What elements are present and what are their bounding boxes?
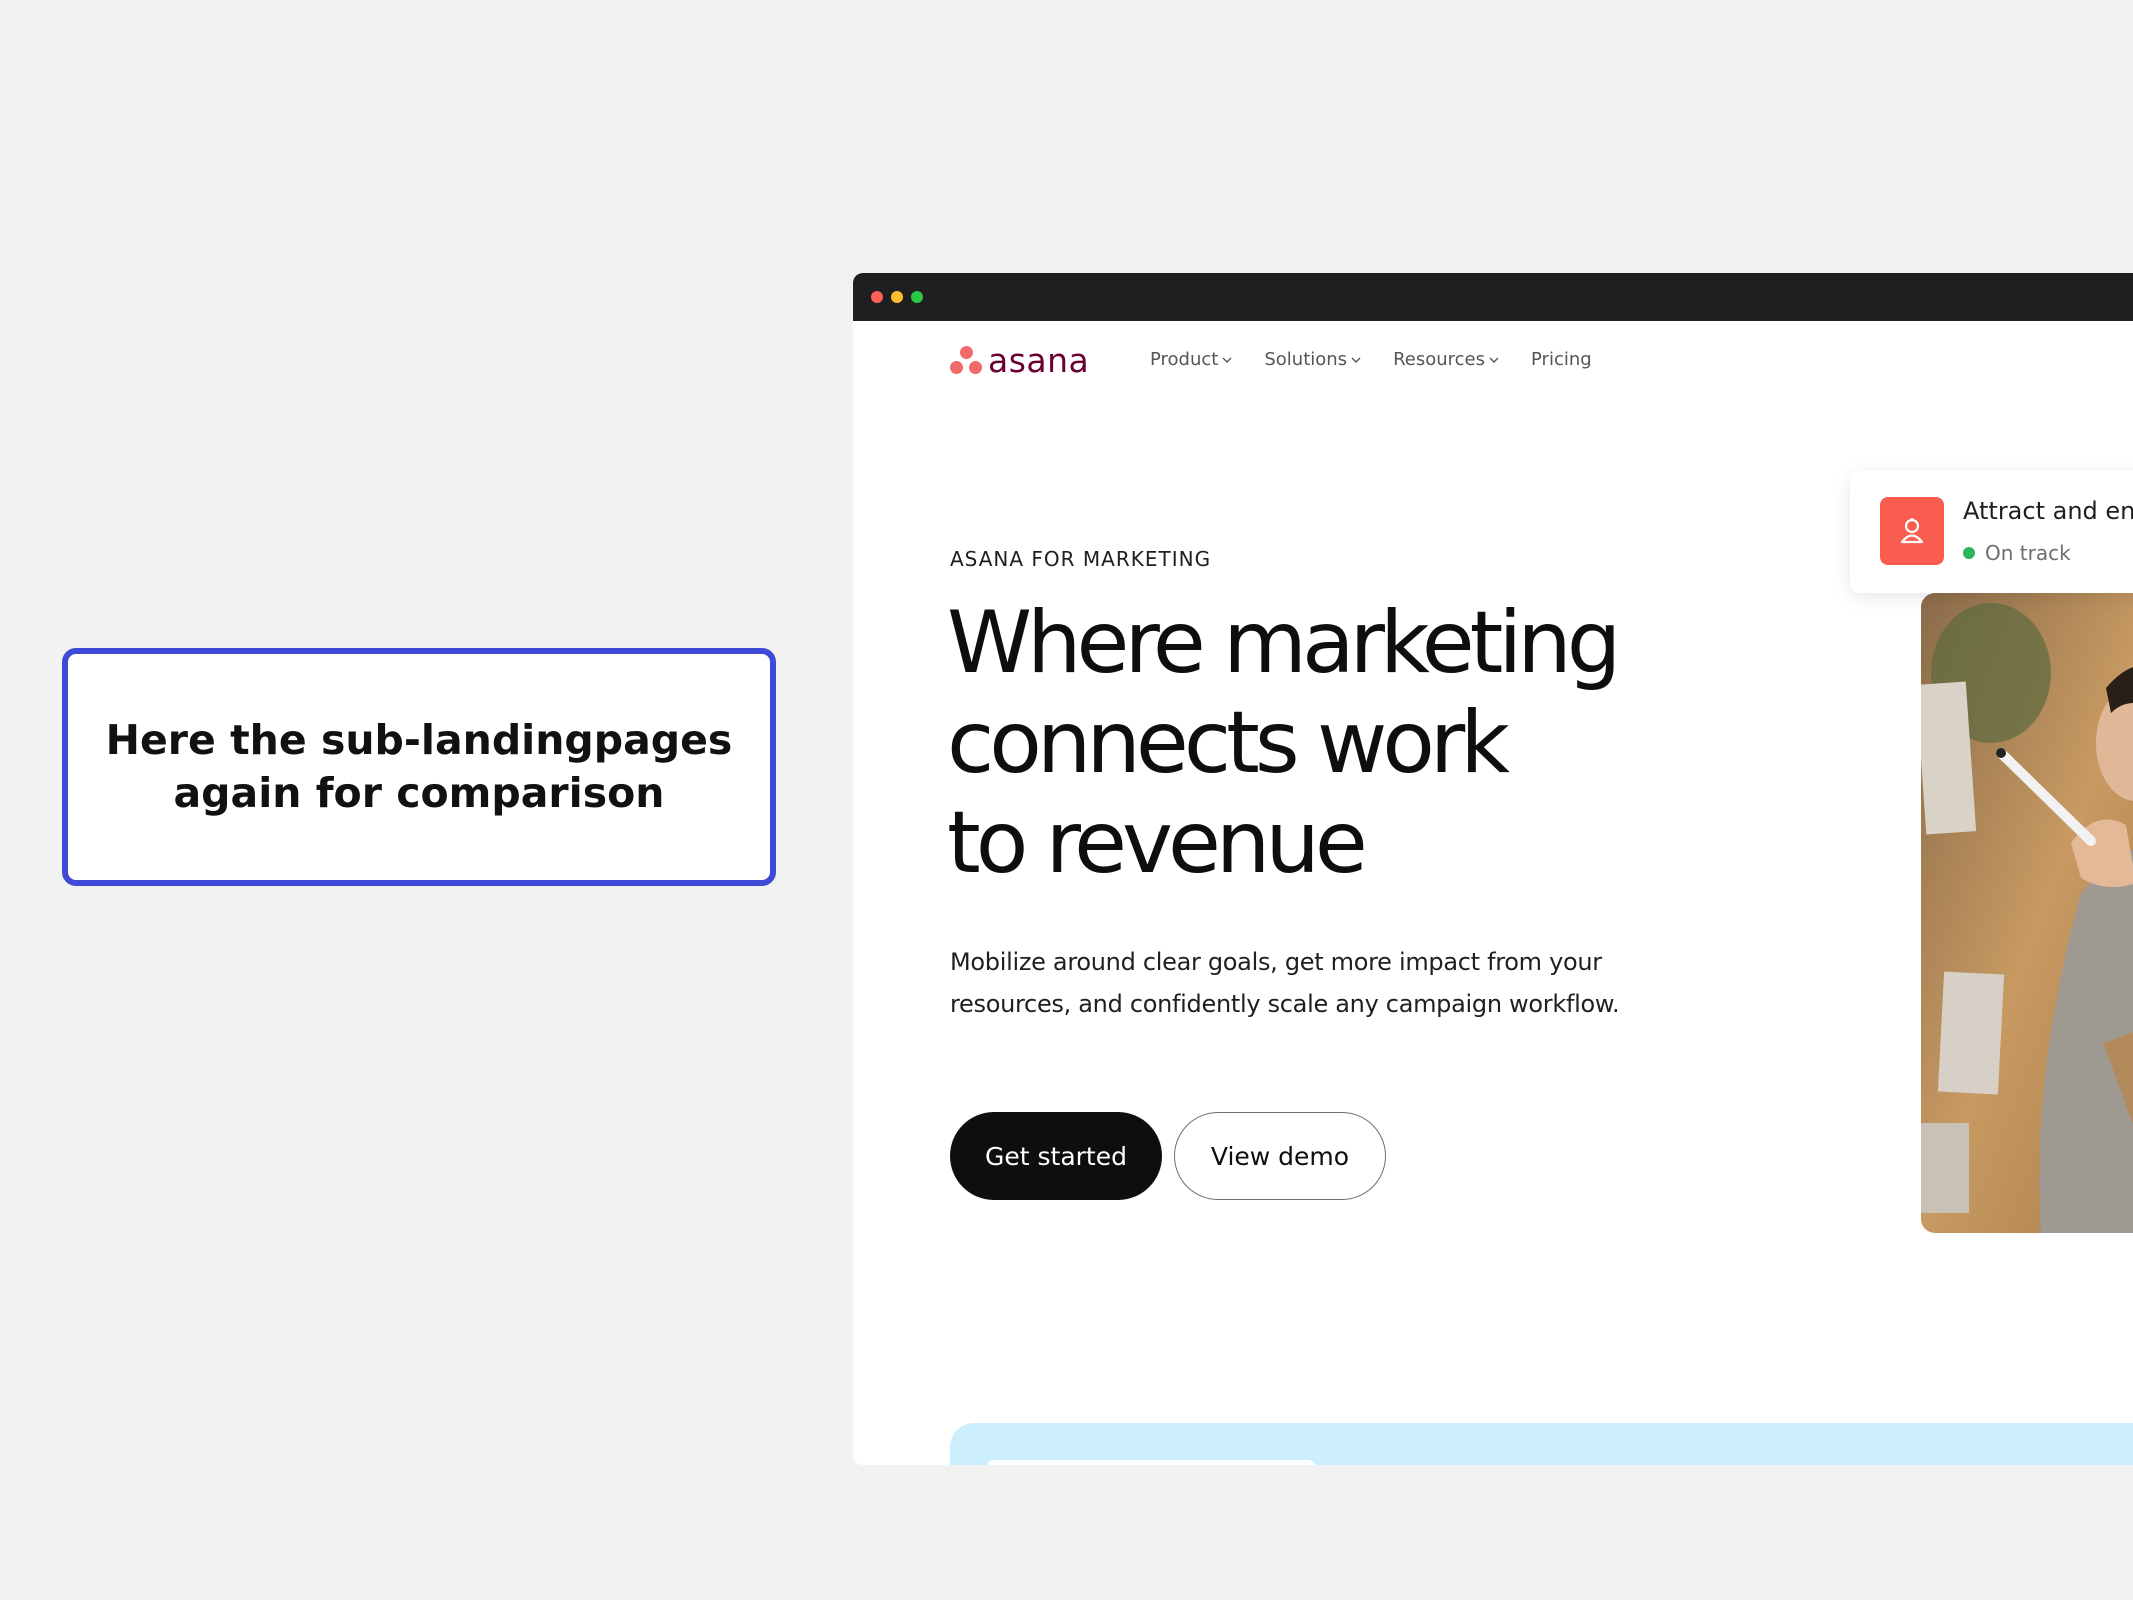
headline-line: connects work <box>947 693 1510 793</box>
browser-titlebar <box>853 273 2133 321</box>
goal-status: On track <box>1963 541 2071 565</box>
chevron-down-icon <box>1489 357 1499 363</box>
view-demo-button[interactable]: View demo <box>1174 1112 1386 1200</box>
close-window-dot[interactable] <box>871 291 883 303</box>
callout-text: Here the sub-landingpages again for comp… <box>105 716 733 817</box>
annotation-callout: Here the sub-landingpages again for comp… <box>62 648 776 886</box>
browser-window: asana Product Solutions Resources Pricin… <box>853 273 2133 1465</box>
asana-logo[interactable]: asana <box>950 343 1089 379</box>
next-section-card <box>986 1460 1316 1465</box>
hero-eyebrow: ASANA FOR MARKETING <box>950 547 1212 571</box>
goal-person-icon <box>1880 497 1944 565</box>
nav-item-label: Solutions <box>1264 349 1348 370</box>
hero-headline: Where marketing connects work to revenue <box>947 593 1667 893</box>
hero-subcopy: Mobilize around clear goals, get more im… <box>950 948 1620 1018</box>
asana-wordmark: asana <box>988 341 1090 380</box>
headline-line: Where marketing <box>947 593 1621 693</box>
goal-title: Attract and eng <box>1963 497 2133 525</box>
chevron-down-icon <box>1222 357 1232 363</box>
minimize-window-dot[interactable] <box>891 291 903 303</box>
canvas: Here the sub-landingpages again for comp… <box>0 0 2133 1600</box>
nav-item-pricing[interactable]: Pricing <box>1531 349 1592 370</box>
hero-photo <box>1921 593 2133 1233</box>
nav-item-label: Pricing <box>1531 349 1592 370</box>
goal-status-label: On track <box>1985 541 2071 565</box>
nav-item-label: Product <box>1150 349 1219 370</box>
maximize-window-dot[interactable] <box>911 291 923 303</box>
chevron-down-icon <box>1351 357 1361 363</box>
hero-photo-illustration <box>1921 593 2133 1233</box>
get-started-button[interactable]: Get started <box>950 1112 1162 1200</box>
status-dot-icon <box>1963 547 1975 559</box>
headline-line: to revenue <box>947 793 1368 893</box>
nav-item-label: Resources <box>1393 349 1485 370</box>
main-nav: Product Solutions Resources Pricing <box>1150 349 1592 370</box>
nav-item-product[interactable]: Product <box>1150 349 1232 370</box>
next-section-band <box>950 1423 2133 1465</box>
nav-item-solutions[interactable]: Solutions <box>1264 349 1361 370</box>
goal-card[interactable]: Attract and eng On track <box>1850 471 2133 593</box>
nav-item-resources[interactable]: Resources <box>1393 349 1499 370</box>
asana-logo-icon <box>950 346 982 376</box>
